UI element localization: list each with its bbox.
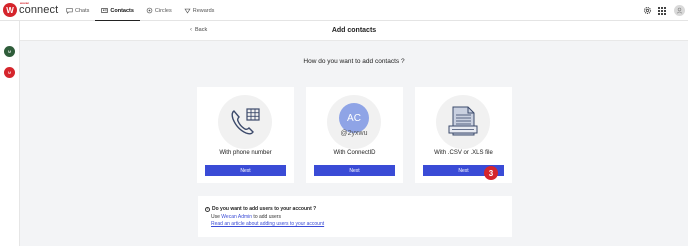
rail-workspace-1[interactable]: M (4, 46, 15, 57)
rail-workspace-2[interactable]: M (4, 67, 15, 78)
rewards-icon (184, 8, 191, 14)
info-line: Use Wecan Admin to add users (211, 214, 281, 220)
gear-icon[interactable] (643, 6, 652, 15)
logo-word: connect (19, 4, 59, 16)
apps-grid-icon[interactable] (658, 6, 666, 15)
tab-circles[interactable]: Circles (140, 0, 178, 21)
card-csv-label: With .CSV or .XLS file (434, 150, 493, 156)
tab-contacts-label: Contacts (110, 7, 134, 14)
chevron-left-icon: ‹ (190, 27, 192, 33)
spreadsheet-file-icon (448, 106, 478, 136)
connectid-handle: @2yxwu (340, 130, 368, 137)
tab-chats[interactable]: Chats (60, 0, 95, 21)
user-avatar-icon[interactable] (674, 5, 685, 16)
info-icon: i (205, 206, 210, 212)
card-phone-label: With phone number (219, 150, 272, 156)
add-method-question: How do you want to add contacts ? (303, 58, 405, 65)
card-connectid-label: With ConnectID (333, 150, 376, 156)
step-number-badge: 3 (484, 166, 498, 180)
page-subheader: Add contacts ‹ Back (20, 21, 688, 41)
article-link[interactable]: Read an article about adding users to yo… (211, 221, 324, 227)
left-rail: M M (0, 21, 20, 246)
wecan-admin-link[interactable]: Wecan Admin (221, 214, 252, 220)
connectid-avatar: AC (339, 103, 369, 133)
tab-rewards[interactable]: Rewards (178, 0, 221, 21)
back-button[interactable]: ‹ Back (190, 27, 207, 33)
card-phone-number: With phone number Next (197, 87, 294, 183)
main-nav: Chats Contacts Circles Rewards (60, 0, 220, 21)
tab-chats-label: Chats (75, 7, 90, 14)
logo-badge: W (3, 3, 17, 17)
tab-circles-label: Circles (154, 7, 172, 14)
card-connectid: AC @2yxwu With ConnectID Next (306, 87, 403, 183)
wecan-connect-logo[interactable]: W wecan connect (3, 1, 59, 17)
tab-rewards-label: Rewards (192, 7, 215, 14)
next-button-phone[interactable]: Next (205, 165, 286, 176)
phone-book-icon (231, 108, 260, 135)
info-title: Do you want to add users to your account… (212, 206, 317, 212)
back-label: Back (195, 27, 208, 33)
page-title: Add contacts (331, 27, 377, 34)
circles-icon (146, 7, 153, 14)
card-csv-xls: With .CSV or .XLS file Next (415, 87, 512, 183)
chat-icon (66, 8, 73, 14)
next-button-connectid[interactable]: Next (314, 165, 395, 176)
contacts-icon (101, 8, 108, 13)
tab-contacts[interactable]: Contacts (95, 0, 140, 21)
top-navigation-bar: W wecan connect Chats Contacts Circles R… (0, 0, 688, 21)
add-users-info-box: i Do you want to add users to your accou… (198, 196, 512, 237)
